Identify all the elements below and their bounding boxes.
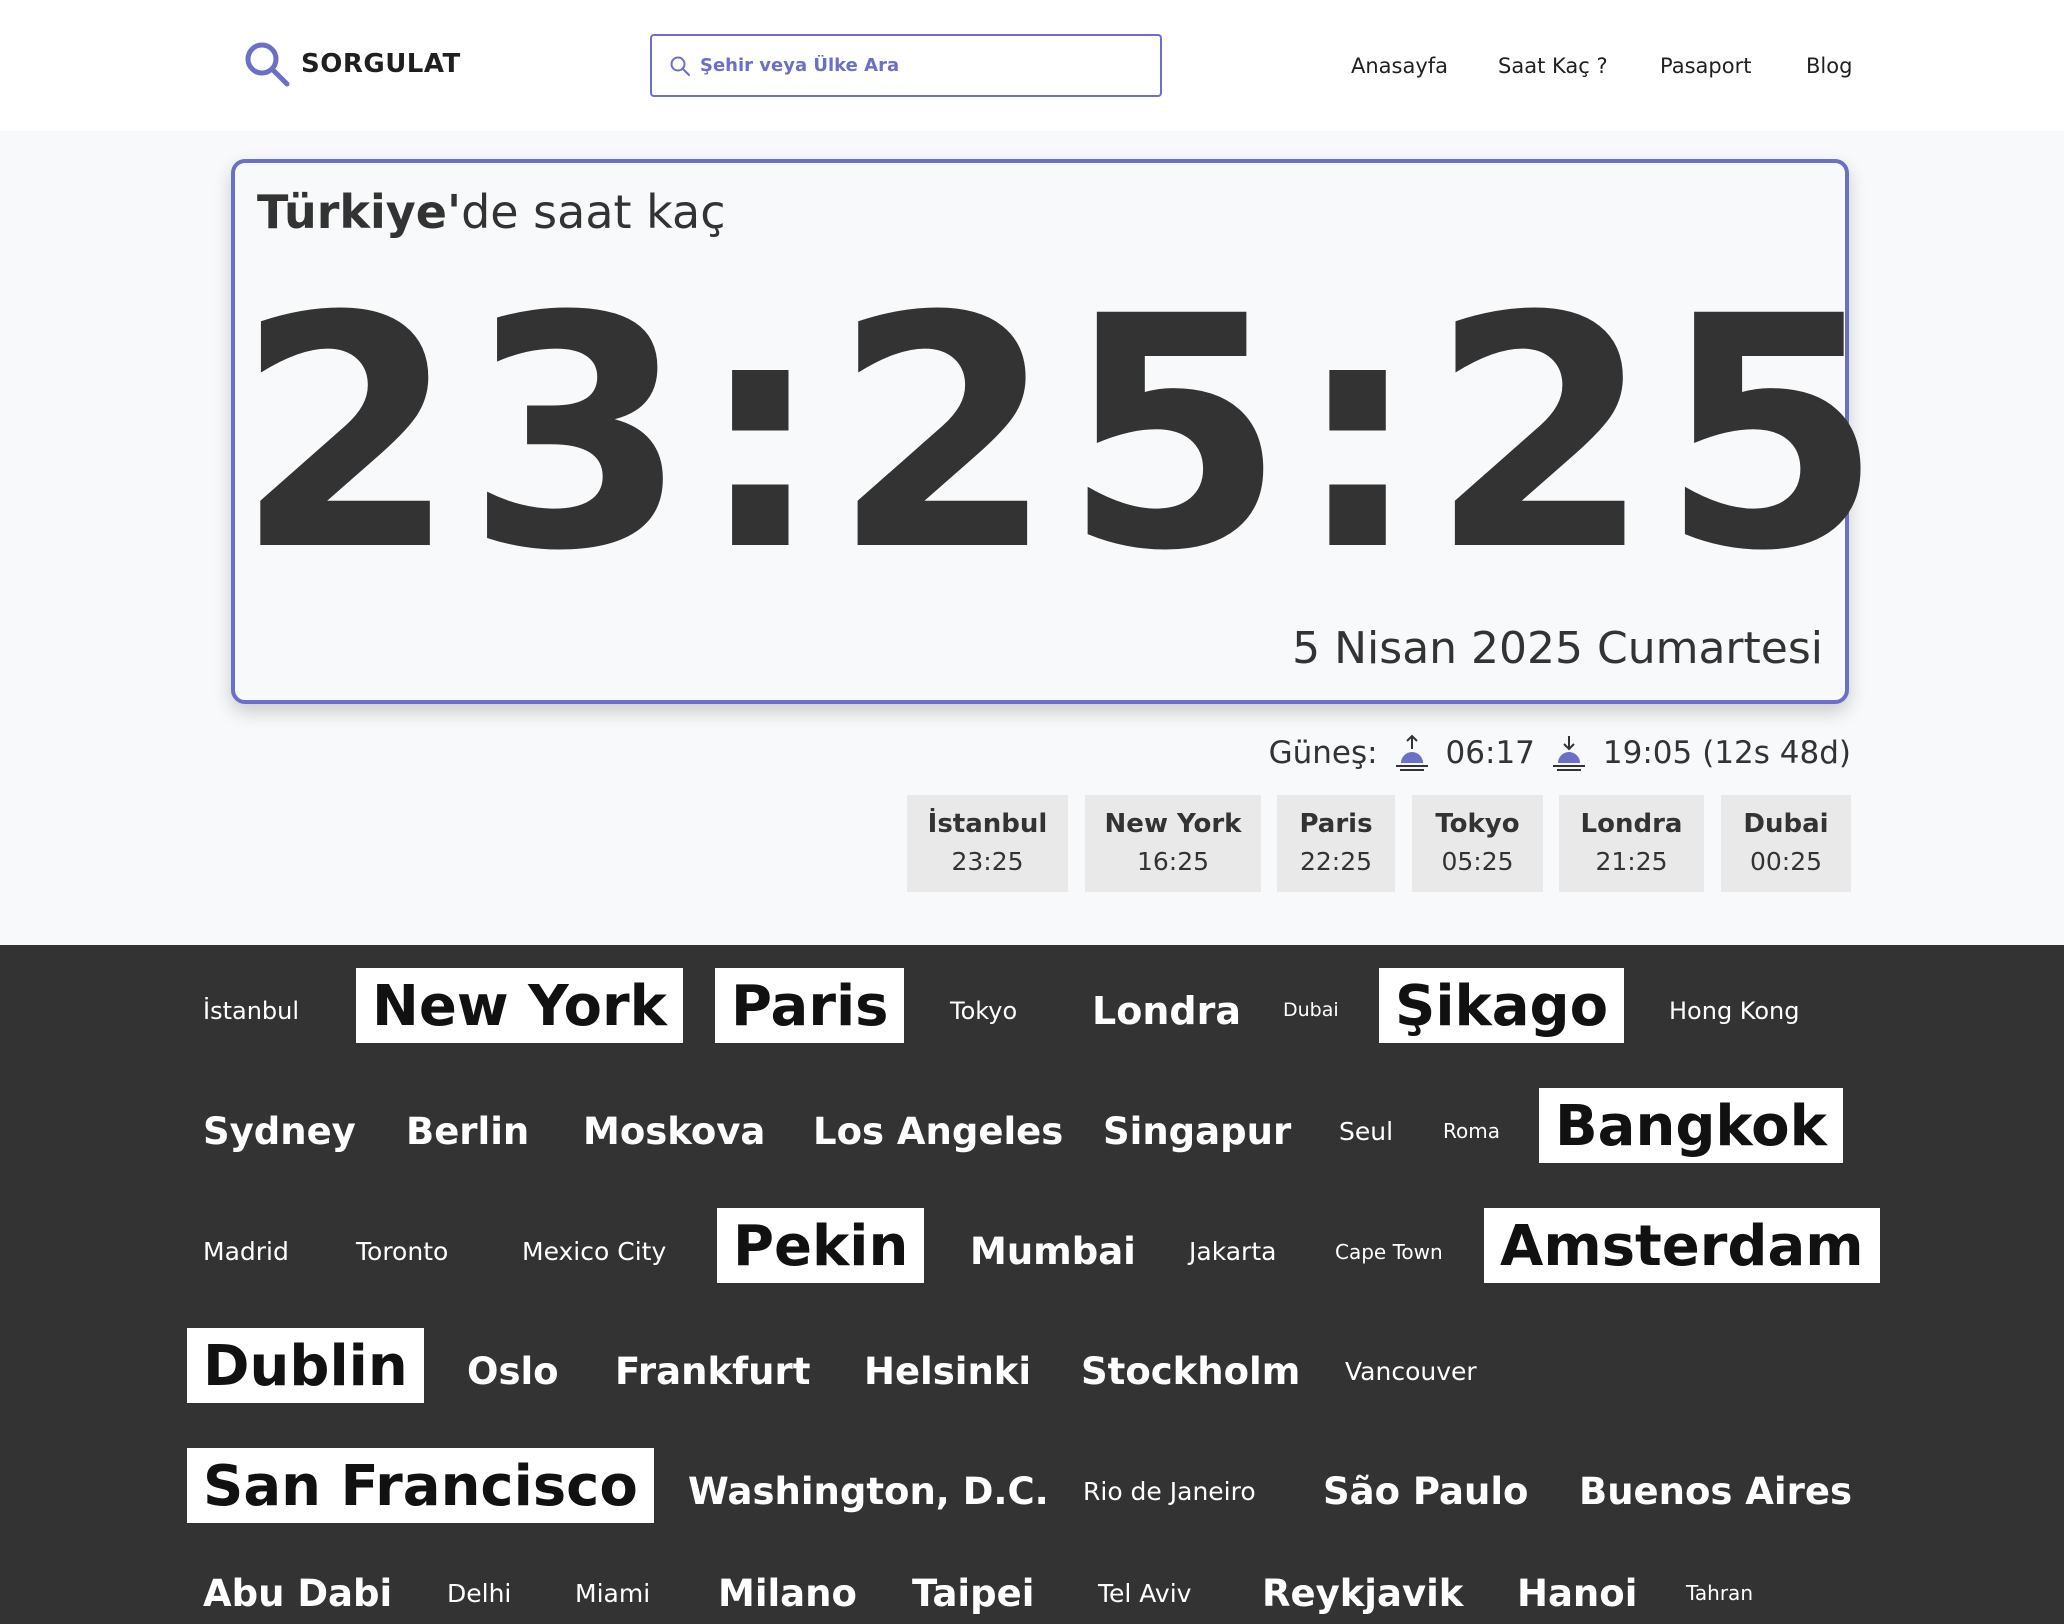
city-chip-istanbul[interactable]: İstanbul 23:25 bbox=[907, 795, 1068, 892]
city-link[interactable]: Amsterdam bbox=[1484, 1208, 1880, 1283]
nav-blog-link[interactable]: Blog bbox=[1806, 50, 1852, 82]
city-chip-londra[interactable]: Londra 21:25 bbox=[1559, 795, 1704, 892]
city-chip-name: İstanbul bbox=[927, 809, 1048, 839]
current-time: 23:25:25 bbox=[235, 249, 1891, 621]
city-chip-time: 05:25 bbox=[1441, 847, 1514, 876]
city-link[interactable]: Washington, D.C. bbox=[688, 1470, 1049, 1513]
city-chip-name: New York bbox=[1104, 809, 1242, 839]
city-link[interactable]: Helsinki bbox=[864, 1350, 1031, 1393]
search-box[interactable] bbox=[650, 34, 1162, 97]
sunrise-time: 06:17 bbox=[1445, 735, 1535, 771]
page-title-suffix: de saat kaç bbox=[461, 185, 726, 239]
nav-pasaport-link[interactable]: Pasaport bbox=[1660, 50, 1751, 82]
search-icon bbox=[670, 56, 690, 76]
city-link[interactable]: Taipei bbox=[912, 1572, 1034, 1615]
city-link[interactable]: Toronto bbox=[356, 1237, 448, 1266]
city-chip-new-york[interactable]: New York 16:25 bbox=[1085, 795, 1261, 892]
city-link[interactable]: Vancouver bbox=[1345, 1357, 1477, 1386]
sunrise-icon bbox=[1395, 734, 1428, 771]
city-link[interactable]: Mumbai bbox=[970, 1230, 1136, 1273]
city-link[interactable]: Rio de Janeiro bbox=[1083, 1477, 1256, 1506]
city-link[interactable]: İstanbul bbox=[203, 997, 299, 1025]
city-link[interactable]: Milano bbox=[718, 1572, 857, 1615]
city-link[interactable]: Pekin bbox=[717, 1208, 925, 1283]
city-link[interactable]: Oslo bbox=[467, 1350, 559, 1393]
sun-label: Güneş: bbox=[1268, 735, 1378, 771]
nav-saat-kac-link[interactable]: Saat Kaç ? bbox=[1498, 50, 1608, 82]
city-chip-paris[interactable]: Paris 22:25 bbox=[1277, 795, 1395, 892]
city-link[interactable]: Londra bbox=[1092, 989, 1241, 1033]
city-chip-name: Tokyo bbox=[1435, 809, 1520, 839]
nav-home-link[interactable]: Anasayfa bbox=[1351, 50, 1448, 82]
city-link[interactable]: Mexico City bbox=[522, 1237, 666, 1266]
city-link[interactable]: Jakarta bbox=[1189, 1237, 1276, 1266]
city-chip-dubai[interactable]: Dubai 00:25 bbox=[1721, 795, 1851, 892]
city-chip-tokyo[interactable]: Tokyo 05:25 bbox=[1412, 795, 1543, 892]
city-link[interactable]: Delhi bbox=[447, 1579, 511, 1608]
city-link[interactable]: Tahran bbox=[1686, 1581, 1753, 1605]
city-link[interactable]: Berlin bbox=[406, 1110, 529, 1153]
city-link[interactable]: San Francisco bbox=[187, 1448, 654, 1523]
city-link[interactable]: Madrid bbox=[203, 1237, 289, 1266]
city-chip-name: Paris bbox=[1299, 809, 1373, 839]
city-chip-time: 21:25 bbox=[1595, 847, 1668, 876]
city-chip-time: 16:25 bbox=[1136, 847, 1210, 876]
site-header: SORGULAT Anasayfa Saat Kaç ? Pasaport Bl… bbox=[0, 0, 2064, 131]
city-link[interactable]: Los Angeles bbox=[813, 1110, 1063, 1153]
city-link[interactable]: Miami bbox=[575, 1579, 650, 1608]
city-link[interactable]: Dubai bbox=[1283, 999, 1339, 1021]
clock-card: Türkiye'de saat kaç 23:25:25 5 Nisan 202… bbox=[231, 159, 1891, 704]
sunset-time: 19:05 bbox=[1602, 735, 1693, 771]
city-link[interactable]: Stockholm bbox=[1081, 1350, 1300, 1393]
city-chip-name: Dubai bbox=[1743, 809, 1829, 839]
city-link[interactable]: Dublin bbox=[187, 1328, 424, 1403]
city-link[interactable]: Seul bbox=[1339, 1117, 1393, 1146]
city-link[interactable]: Tokyo bbox=[950, 997, 1017, 1025]
city-link[interactable]: Roma bbox=[1443, 1119, 1500, 1143]
city-tag-cloud: İstanbul New York Paris Tokyo Londra Dub… bbox=[0, 945, 2064, 1624]
city-link[interactable]: Reykjavik bbox=[1262, 1572, 1463, 1615]
logo[interactable]: SORGULAT bbox=[243, 40, 461, 88]
current-date: 5 Nisan 2025 Cumartesi bbox=[1292, 623, 1823, 674]
city-chip-time: 23:25 bbox=[951, 847, 1024, 876]
sunset-icon bbox=[1552, 736, 1585, 771]
page-title: Türkiye'de saat kaç bbox=[257, 185, 726, 239]
city-link[interactable]: Tel Aviv bbox=[1098, 1579, 1191, 1608]
city-link[interactable]: Paris bbox=[715, 968, 905, 1043]
day-length: (12s 48d) bbox=[1702, 735, 1851, 771]
city-link[interactable]: Bangkok bbox=[1539, 1088, 1843, 1163]
city-link[interactable]: Hong Kong bbox=[1669, 997, 1799, 1025]
city-chip-time: 22:25 bbox=[1299, 847, 1373, 876]
city-chip-name: Londra bbox=[1580, 809, 1683, 839]
city-link[interactable]: Frankfurt bbox=[615, 1350, 810, 1393]
city-chip-time: 00:25 bbox=[1749, 847, 1823, 876]
city-link[interactable]: Hanoi bbox=[1517, 1572, 1637, 1615]
city-link[interactable]: New York bbox=[356, 968, 683, 1043]
page-title-country: Türkiye' bbox=[257, 185, 462, 239]
city-link[interactable]: Abu Dabi bbox=[203, 1572, 392, 1615]
magnifier-logo-icon bbox=[245, 42, 290, 87]
city-link[interactable]: Buenos Aires bbox=[1579, 1470, 1852, 1513]
logo-text: SORGULAT bbox=[301, 49, 461, 79]
city-link[interactable]: Moskova bbox=[583, 1110, 765, 1153]
city-link[interactable]: Sydney bbox=[203, 1110, 356, 1153]
city-link[interactable]: Şikago bbox=[1379, 968, 1625, 1043]
sun-info: Güneş: 06:17 19:05 (12s 48d) bbox=[1269, 733, 1851, 773]
search-input[interactable] bbox=[700, 55, 1140, 76]
city-link[interactable]: São Paulo bbox=[1323, 1470, 1528, 1513]
city-link[interactable]: Singapur bbox=[1103, 1110, 1291, 1153]
city-link[interactable]: Cape Town bbox=[1335, 1240, 1443, 1264]
